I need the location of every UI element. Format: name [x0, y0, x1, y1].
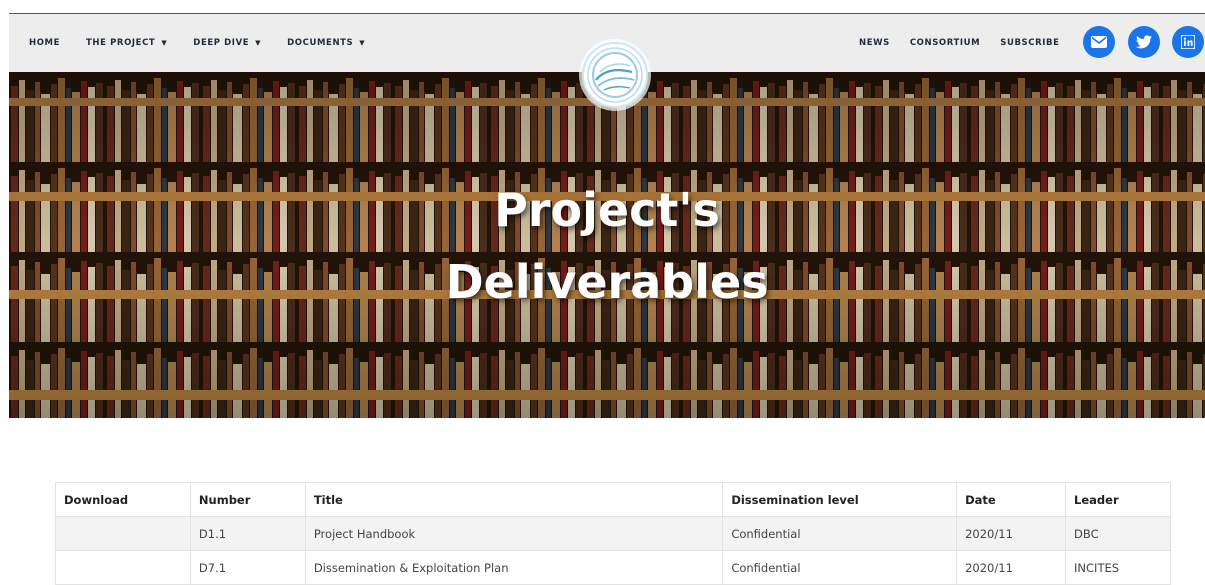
cell-title: Dissemination & Exploitation Plan	[304, 550, 724, 585]
nav-right-group: NEWS CONSORTIUM SUBSCRIBE	[859, 14, 1080, 72]
nav-deep-dive-label: DEEP DIVE	[193, 38, 250, 48]
table-header-row: Download Number Title Dissemination leve…	[55, 482, 1171, 517]
twitter-icon	[1136, 35, 1152, 49]
nav-subscribe[interactable]: SUBSCRIBE	[1000, 38, 1059, 48]
chevron-down-icon: ▼	[255, 39, 262, 47]
twitter-button[interactable]	[1128, 26, 1160, 58]
linkedin-button[interactable]	[1172, 26, 1204, 58]
cell-title: Project Handbook	[304, 516, 724, 551]
nav-home-label: HOME	[29, 38, 61, 48]
cell-number: D1.1	[189, 516, 306, 551]
nav-consortium-label: CONSORTIUM	[909, 38, 981, 48]
bookshelf-image	[9, 72, 1205, 418]
page-title-line-1: Project's	[494, 183, 720, 237]
page-title-line-2: Deliverables	[445, 255, 769, 309]
nav-documents[interactable]: DOCUMENTS ▼	[287, 38, 365, 48]
column-header-title[interactable]: Title	[304, 482, 724, 517]
column-header-number[interactable]: Number	[189, 482, 306, 517]
hero-banner: Project's Deliverables	[9, 72, 1205, 418]
table-row: D1.1 Project Handbook Confidential 2020/…	[55, 516, 1171, 551]
nav-documents-label: DOCUMENTS	[287, 38, 354, 48]
table-row: D7.1 Dissemination & Exploitation Plan C…	[55, 550, 1171, 585]
linkedin-icon	[1181, 35, 1195, 49]
nav-consortium[interactable]: CONSORTIUM	[910, 38, 980, 48]
cell-dissemination-level: Confidential	[722, 550, 958, 585]
column-header-download[interactable]: Download	[55, 482, 191, 517]
nav-news-label: NEWS	[859, 38, 890, 48]
project-logo[interactable]	[582, 42, 648, 108]
nav-news[interactable]: NEWS	[859, 38, 890, 48]
chevron-down-icon: ▼	[359, 39, 366, 47]
cell-download[interactable]	[55, 550, 191, 585]
nav-the-project-label: THE PROJECT	[86, 38, 156, 48]
nav-home[interactable]: HOME	[29, 38, 60, 48]
nav-subscribe-label: SUBSCRIBE	[1000, 38, 1060, 48]
cell-date: 2020/11	[956, 516, 1067, 551]
cell-leader: DBC	[1065, 516, 1171, 551]
column-header-dissemination-level[interactable]: Dissemination level	[722, 482, 958, 517]
cell-date: 2020/11	[956, 550, 1067, 585]
cell-dissemination-level: Confidential	[722, 516, 958, 551]
cell-leader: INCITES	[1065, 550, 1171, 585]
nav-deep-dive[interactable]: DEEP DIVE ▼	[193, 38, 261, 48]
column-header-leader[interactable]: Leader	[1065, 482, 1171, 517]
email-button[interactable]	[1083, 26, 1115, 58]
logo-icon	[587, 47, 643, 103]
email-icon	[1091, 36, 1107, 48]
column-header-date[interactable]: Date	[956, 482, 1067, 517]
nav-left-group: HOME THE PROJECT ▼ DEEP DIVE ▼ DOCUMENTS…	[29, 14, 391, 72]
cell-number: D7.1	[189, 550, 306, 585]
nav-the-project[interactable]: THE PROJECT ▼	[86, 38, 167, 48]
chevron-down-icon: ▼	[161, 39, 168, 47]
cell-download[interactable]	[55, 516, 191, 551]
deliverables-table: Download Number Title Dissemination leve…	[55, 482, 1171, 585]
